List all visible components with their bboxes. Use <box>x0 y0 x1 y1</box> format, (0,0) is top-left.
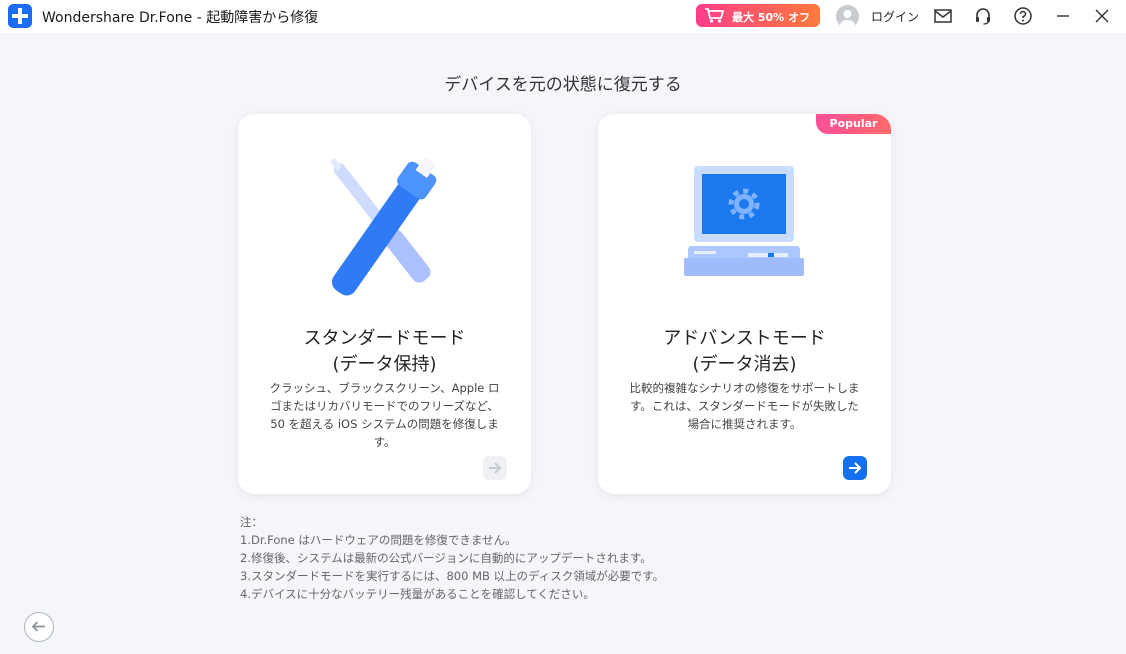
avatar-icon[interactable] <box>836 5 859 28</box>
advanced-mode-card[interactable]: Popular アドバンストモード (データ消去) 比較的複雑なシナリオの修復を… <box>598 114 891 494</box>
title-bar: Wondershare Dr.Fone - 起動障害から修復 最大 50% オフ… <box>0 0 1126 35</box>
note-item: 1.Dr.Fone はハードウェアの問題を修復できません。 <box>240 533 517 547</box>
arrow-right-icon <box>849 462 862 474</box>
mail-icon[interactable] <box>933 6 953 26</box>
notes-section: 注： 1.Dr.Fone はハードウェアの問題を修復できません。 2.修復後、シ… <box>240 513 664 603</box>
tools-icon <box>330 156 437 296</box>
minimize-icon[interactable] <box>1053 6 1073 26</box>
promo-label: 最大 50% オフ <box>732 11 810 24</box>
logo-plus-icon <box>8 4 32 28</box>
card-description: 比較的複雑なシナリオの修復をサポートしま す。これは、スタンダードモードが失敗し… <box>629 381 860 431</box>
page-title: デバイスを元の状態に復元する <box>444 75 682 95</box>
computer-gear-icon <box>684 166 804 276</box>
back-button[interactable] <box>24 612 54 642</box>
promo-button[interactable]: 最大 50% オフ <box>696 4 820 27</box>
card-title: スタンダードモード (データ保持) <box>303 328 466 375</box>
login-link[interactable]: ログイン <box>871 8 919 25</box>
card-title: アドバンストモード (データ消去) <box>663 328 826 375</box>
standard-mode-card[interactable]: スタンダードモード (データ保持) クラッシュ、ブラックスクリーン、Apple … <box>238 114 531 494</box>
close-icon[interactable] <box>1092 6 1112 26</box>
note-item: 4.デバイスに十分なバッテリー残量があることを確認してください。 <box>240 587 595 601</box>
arrow-left-icon <box>31 621 45 632</box>
standard-mode-arrow-button[interactable] <box>483 456 507 480</box>
note-item: 3.スタンダードモードを実行するには、800 MB 以上のディスク領域が必要です… <box>240 569 665 583</box>
arrow-right-icon <box>489 462 502 474</box>
card-description: クラッシュ、ブラックスクリーン、Apple ロ ゴまたはリカバリモードでのフリー… <box>269 381 500 449</box>
note-item: 2.修復後、システムは最新の公式バージョンに自動的にアップデートされます。 <box>240 551 652 565</box>
headset-icon[interactable] <box>973 6 993 26</box>
cart-icon <box>705 8 725 23</box>
advanced-mode-arrow-button[interactable] <box>843 456 867 480</box>
popular-badge: Popular <box>816 114 891 134</box>
notes-heading: 注： <box>240 515 263 529</box>
help-icon[interactable] <box>1013 6 1033 26</box>
app-title: Wondershare Dr.Fone - 起動障害から修復 <box>42 10 319 26</box>
